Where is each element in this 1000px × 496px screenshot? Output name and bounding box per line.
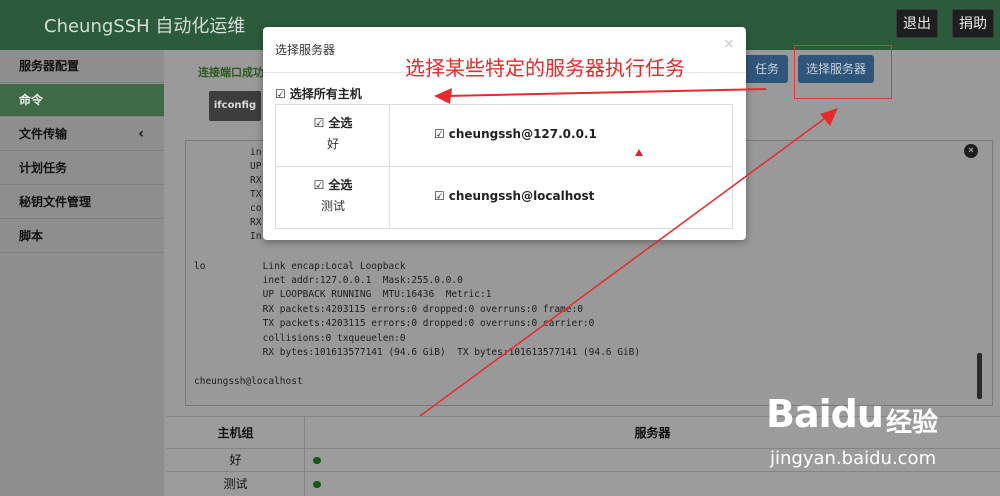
header-host-group: 主机组 <box>217 426 254 440</box>
checkbox-icon: ☑ <box>313 178 325 192</box>
select-all-label: 全选 <box>328 116 353 130</box>
select-all-hosts-checkbox[interactable]: ☑ 选择所有主机 <box>275 85 362 102</box>
annotation-text: 选择某些特定的服务器执行任务 <box>405 56 685 80</box>
command-ifconfig-button[interactable]: ifconfig <box>209 91 261 121</box>
checkbox-icon: ☑ <box>275 87 286 101</box>
group-name: 测试 <box>320 199 345 213</box>
sidebar-item-key-files[interactable]: 秘钥文件管理 <box>0 186 164 219</box>
host-label: cheungssh@127.0.0.1 <box>448 127 597 141</box>
sidebar-item-label: 计划任务 <box>19 161 68 175</box>
baidu-logo: Baidu <box>766 392 884 436</box>
donate-button[interactable]: 捐助 <box>952 9 994 38</box>
connection-status: 连接端口成功 <box>198 66 264 79</box>
cursor-marker-icon <box>635 149 643 156</box>
logout-button[interactable]: 退出 <box>896 9 938 38</box>
terminal-line: TX <box>250 189 262 200</box>
sidebar: 服务器配置 命令 文件传输 ‹ 计划任务 秘钥文件管理 脚本 <box>0 50 164 496</box>
group-name: 好 <box>326 137 339 151</box>
terminal-line: collisions:0 txqueuelen:0 <box>194 333 406 344</box>
checkbox-icon: ☑ <box>313 116 325 130</box>
host-checkbox[interactable]: ☑ cheungssh@localhost <box>434 189 594 203</box>
server-group-table: ☑ 全选 好 ☑ cheungssh@127.0.0.1 ☑ 全选 测试 ☑ cheun… <box>275 104 733 229</box>
sidebar-item-label: 文件传输 <box>19 127 68 141</box>
sidebar-item-scheduled-tasks[interactable]: 计划任务 <box>0 152 164 185</box>
terminal-line: In <box>250 231 262 242</box>
baidu-watermark: Baidu 经验 jingyan.baidu.com <box>766 392 992 492</box>
terminal-line: RX packets:4203115 errors:0 dropped:0 ov… <box>194 304 583 315</box>
modal-close-icon[interactable]: × <box>723 36 735 52</box>
group-select-all-checkbox[interactable]: ☑ 全选 <box>276 114 390 131</box>
terminal-line: lo Link encap:Local Loopback <box>194 261 406 272</box>
annotation-highlight-box <box>794 45 892 99</box>
terminal-line: RX <box>250 175 262 186</box>
terminal-prompt: cheungssh@localhost <box>194 376 303 387</box>
terminal-line: UP LOOPBACK RUNNING MTU:16436 Metric:1 <box>194 289 492 300</box>
sidebar-item-scripts[interactable]: 脚本 <box>0 220 164 253</box>
sidebar-item-label: 命令 <box>19 93 44 107</box>
sidebar-item-server-config[interactable]: 服务器配置 <box>0 50 164 83</box>
terminal-line: UP <box>250 161 262 172</box>
sidebar-item-label: 服务器配置 <box>19 59 80 73</box>
host-checkbox[interactable]: ☑ cheungssh@127.0.0.1 <box>434 127 597 141</box>
execute-task-button[interactable]: 任务 <box>746 55 788 83</box>
watermark-cn-text: 经验 <box>886 408 939 438</box>
server-group-row: ☑ 全选 好 ☑ cheungssh@127.0.0.1 <box>276 105 732 167</box>
select-all-hosts-label: 选择所有主机 <box>289 87 362 101</box>
terminal-line: RX bytes:101613577141 (94.6 GiB) TX byte… <box>194 347 641 358</box>
server-group-row: ☑ 全选 测试 ☑ cheungssh@localhost <box>276 167 732 229</box>
group-select-all-checkbox[interactable]: ☑ 全选 <box>276 176 390 193</box>
sidebar-item-label: 秘钥文件管理 <box>19 195 92 209</box>
app-title: CheungSSH 自动化运维 <box>44 16 246 37</box>
status-indicator-icon <box>313 457 321 464</box>
close-icon[interactable]: × <box>964 144 978 158</box>
group-cell: ☑ 全选 测试 <box>276 167 390 228</box>
sidebar-item-label: 脚本 <box>19 229 44 243</box>
watermark-url: jingyan.baidu.com <box>770 448 937 469</box>
terminal-line: RX <box>250 217 262 228</box>
terminal-line: co <box>250 203 262 214</box>
modal-title: 选择服务器 <box>275 43 336 57</box>
sidebar-item-file-transfer[interactable]: 文件传输 ‹ <box>0 118 164 151</box>
group-cell: ☑ 全选 好 <box>276 105 390 166</box>
group-name: 测试 <box>223 477 248 491</box>
checkbox-icon: ☑ <box>434 127 445 141</box>
host-label: cheungssh@localhost <box>448 189 595 203</box>
sidebar-item-command[interactable]: 命令 <box>0 84 164 117</box>
terminal-line: inet addr:127.0.0.1 Mask:255.0.0.0 <box>194 275 463 286</box>
terminal-line: in <box>250 147 262 158</box>
chevron-left-icon: ‹ <box>138 126 144 142</box>
terminal-line: TX packets:4203115 errors:0 dropped:0 ov… <box>194 318 595 329</box>
select-all-label: 全选 <box>328 178 353 192</box>
checkbox-icon: ☑ <box>434 189 445 203</box>
group-name: 好 <box>229 453 242 467</box>
status-indicator-icon <box>313 481 321 488</box>
